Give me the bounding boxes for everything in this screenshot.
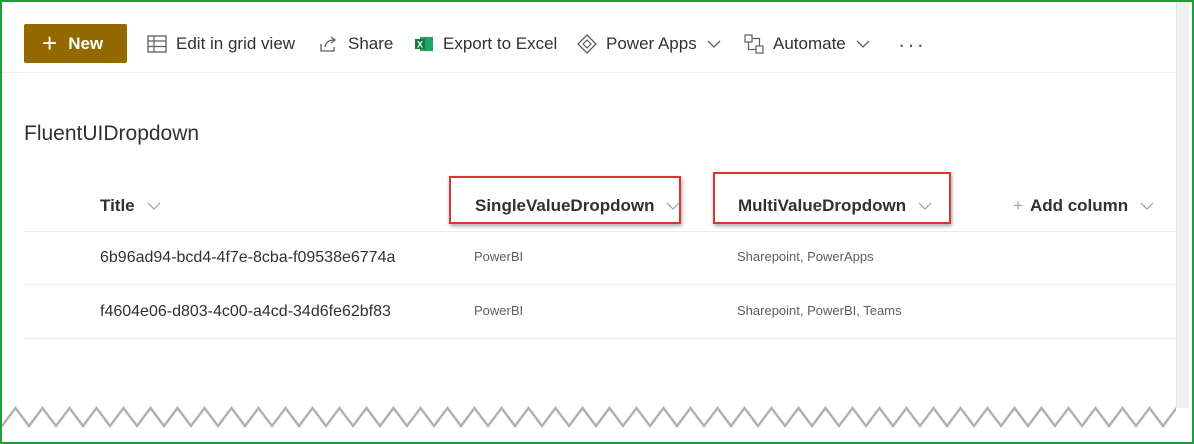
row-multi-value-cell: Sharepoint, PowerBI, Teams [737, 303, 902, 318]
row-divider [24, 338, 1176, 339]
chevron-down-icon [147, 202, 161, 210]
power-apps-label: Power Apps [606, 34, 697, 53]
chevron-down-icon [1140, 202, 1154, 210]
new-button[interactable]: + New [24, 24, 127, 63]
row-single-value-cell: PowerBI [474, 303, 524, 318]
edit-grid-view-label: Edit in grid view [176, 34, 296, 53]
plus-icon: + [42, 27, 58, 58]
automate-icon [743, 33, 765, 55]
row-single-value-cell: PowerBI [474, 249, 524, 264]
highlight-box-multi-value [713, 172, 951, 224]
sharepoint-list-page: + New Edit in grid view Share X Export t… [2, 2, 1176, 442]
share-label: Share [348, 34, 394, 53]
column-header-title-label: Title [100, 196, 135, 215]
export-excel-label: Export to Excel [443, 34, 558, 53]
torn-edge-decoration [2, 394, 1176, 442]
command-bar: + New Edit in grid view Share X Export t… [2, 2, 1176, 73]
excel-icon: X [413, 33, 435, 55]
row-multi-value-cell: Sharepoint, PowerApps [737, 249, 874, 264]
power-apps-icon [576, 33, 598, 55]
row-title-cell[interactable]: f4604e06-d803-4c00-a4cd-34d6fe62bf83 [100, 303, 391, 321]
chevron-down-icon [707, 40, 721, 48]
column-header-title[interactable]: Title [100, 196, 161, 216]
chevron-down-icon [856, 40, 870, 48]
new-button-label: New [68, 33, 104, 53]
svg-text:X: X [417, 40, 423, 50]
edit-grid-view-button[interactable]: Edit in grid view [146, 32, 295, 56]
power-apps-menu[interactable]: Power Apps [576, 32, 721, 56]
share-icon [318, 33, 340, 55]
header-divider [24, 231, 1176, 232]
add-column-button[interactable]: + Add column [1013, 196, 1154, 216]
grid-icon [146, 33, 168, 55]
automate-label: Automate [773, 34, 846, 53]
list-title: FluentUIDropdown [24, 122, 200, 145]
vertical-scrollbar[interactable] [1176, 2, 1189, 408]
automate-menu[interactable]: Automate [743, 32, 870, 56]
add-column-label: Add column [1029, 196, 1129, 215]
share-button[interactable]: Share [318, 32, 393, 56]
plus-icon: + [1013, 196, 1023, 215]
highlight-box-single-value [449, 176, 681, 224]
row-title-cell[interactable]: 6b96ad94-bcd4-4f7e-8cba-f09538e6774a [100, 249, 395, 267]
row-divider [24, 284, 1176, 285]
more-options-icon[interactable]: ··· [898, 32, 926, 58]
export-excel-button[interactable]: X Export to Excel [413, 32, 557, 56]
